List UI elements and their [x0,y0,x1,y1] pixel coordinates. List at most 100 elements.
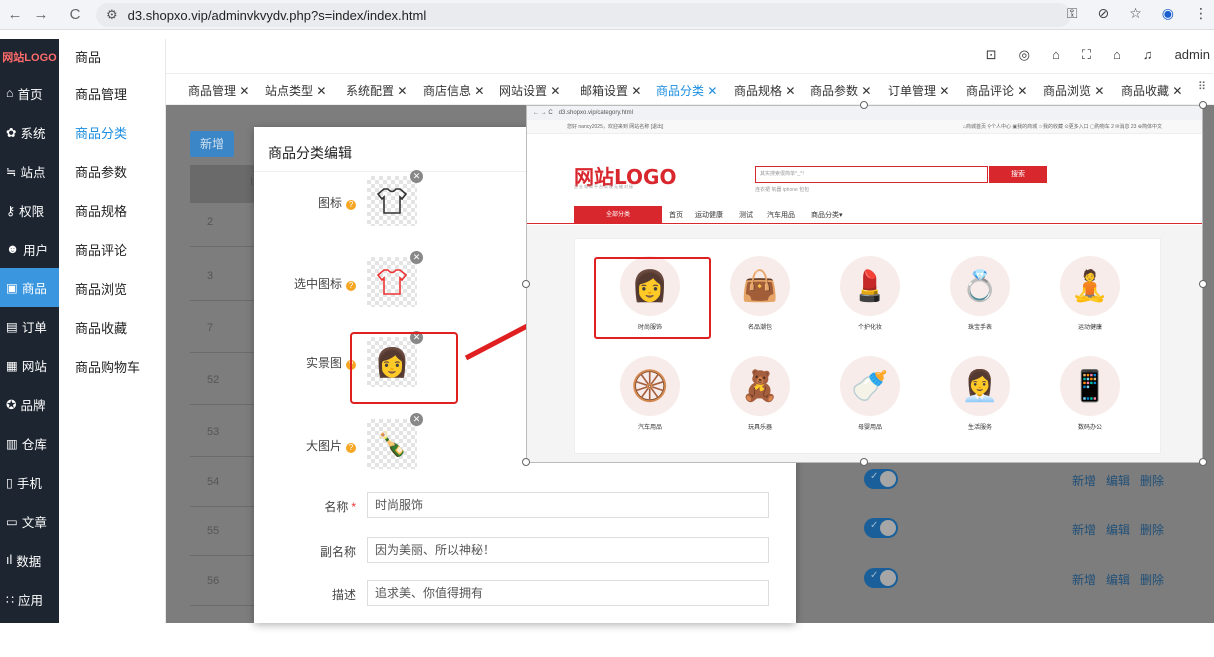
category-tile: 📱 数码办公 [1040,356,1140,431]
nav-item-6[interactable]: ▤ 订单 [0,307,59,346]
nav-item-13[interactable]: ∷ 应用 [0,580,59,619]
nav-item-3[interactable]: ⚷ 权限 [0,191,59,230]
row-action-link[interactable]: 删除 [1140,571,1164,588]
nav-item-5[interactable]: ▣ 商品 [0,268,59,308]
nav-item-2[interactable]: ≒ 站点 [0,152,59,191]
row-action-link[interactable]: 编辑 [1106,571,1130,588]
row-action-link[interactable]: 新增 [1072,571,1096,588]
desc-textarea[interactable]: 追求美、你值得拥有 [367,580,769,606]
tab[interactable]: 系统配置 ✕ [346,82,407,99]
resize-handle[interactable] [860,458,868,466]
forward-icon[interactable]: → [30,6,52,23]
nav-item-12[interactable]: ıl 数据 [0,541,59,580]
tab[interactable]: 商品分类 ✕ [656,82,717,99]
icon-image[interactable]: ✕ [367,170,423,226]
remove-icon[interactable]: ✕ [410,251,423,264]
add-button[interactable]: 新增 [190,131,234,157]
category-label: 珠宝手表 [967,325,992,331]
key-icon[interactable]: ⚿ [1067,5,1078,22]
big-image[interactable]: 🍾 ✕ [367,413,423,469]
tab[interactable]: 商店信息 ✕ [423,82,484,99]
nav-item-1[interactable]: ✿ 系统 [0,113,59,152]
font-icon[interactable]: ⊡ [986,47,997,63]
row-action-link[interactable]: 删除 [1140,472,1164,489]
subnav-item[interactable]: 商品管理 [59,74,165,113]
nav-item-11[interactable]: ▭ 文章 [0,502,59,541]
nav-item-9[interactable]: ▥ 仓库 [0,424,59,463]
resize-handle[interactable] [522,458,530,466]
address-bar[interactable]: ⚙ d3.shopxo.vip/adminvkvydv.php?s=index/… [96,3,1071,27]
resize-handle[interactable] [860,101,868,109]
status-toggle[interactable]: ✓ [864,469,898,489]
theme-icon[interactable]: ◎ [1019,47,1030,63]
nav-icon: ıl [6,553,13,568]
resize-handle[interactable] [1199,458,1207,466]
subnav-item[interactable]: 商品收藏 [59,308,165,347]
nav-icon: ✪ [6,398,17,413]
nav-icon: ▤ [6,320,18,335]
help-icon[interactable]: ? [346,443,356,453]
nav-item-14[interactable]: ✎ 工具 [0,618,59,657]
site-logo[interactable]: 网站LOGO [0,39,59,74]
hot-keywords: 连衣裙 氧器 iphone 包包 [755,187,810,193]
subnav-item[interactable]: 商品分类 [59,113,165,152]
home-icon[interactable]: ⌂ [1113,47,1121,63]
help-icon[interactable]: ? [346,200,356,210]
back-icon[interactable]: ← [4,6,26,23]
selected-icon-image[interactable]: ✕ [367,251,423,307]
store-icon[interactable]: ⌂ [1052,47,1060,63]
remove-icon[interactable]: ✕ [410,170,423,183]
tab[interactable]: 商品浏览 ✕ [1043,82,1104,99]
subnav-item[interactable]: 商品购物车 [59,347,165,386]
row-action-link[interactable]: 新增 [1072,521,1096,538]
subname-input[interactable]: 因为美丽、所以神秘！ [367,537,769,563]
nav-item-10[interactable]: ▯ 手机 [0,463,59,502]
tab[interactable]: 网站设置 ✕ [499,82,560,99]
subnav-item[interactable]: 商品浏览 [59,269,165,308]
tab[interactable]: 订单管理 ✕ [888,82,949,99]
subnav-item[interactable]: 商品规格 [59,191,165,230]
nav-label: 订单 [21,321,47,336]
row-action-link[interactable]: 编辑 [1106,521,1130,538]
reload-icon[interactable]: C [64,6,86,23]
remove-icon[interactable]: ✕ [410,413,423,426]
subnav-item[interactable]: 商品评论 [59,230,165,269]
tab[interactable]: 商品评论 ✕ [966,82,1027,99]
tab[interactable]: 商品收藏 ✕ [1121,82,1182,99]
tab[interactable]: 商品规格 ✕ [734,82,795,99]
bell-icon[interactable]: ♫ [1143,47,1153,63]
tab[interactable]: 商品管理 ✕ [188,82,249,99]
tab[interactable]: 邮箱设置 ✕ [580,82,641,99]
subnav-item[interactable]: 商品参数 [59,152,165,191]
resize-handle[interactable] [1199,101,1207,109]
menu-icon[interactable]: ⋮ [1194,5,1208,22]
name-input[interactable]: 时尚服饰 [367,492,769,518]
desc-label: 描述 [331,588,356,602]
fullscreen-icon[interactable]: ⛶ [1082,47,1091,63]
nav-item-7[interactable]: ▦ 网站 [0,346,59,385]
eye-off-icon[interactable]: ⊘ [1097,5,1109,22]
storefront-nav-item: 首页 [669,212,683,219]
tab[interactable]: 商品参数 ✕ [810,82,871,99]
nav-item-4[interactable]: ☻ 用户 [0,230,59,269]
profile-icon[interactable]: ◉ [1162,5,1174,22]
category-label: 生活服务 [967,425,992,431]
resize-handle[interactable] [1199,280,1207,288]
row-action-link[interactable]: 删除 [1140,521,1164,538]
category-tile: 👩‍💼 生活服务 [930,356,1030,431]
row-action-link[interactable]: 编辑 [1106,472,1130,489]
tab[interactable]: 站点类型 ✕ [265,82,326,99]
star-icon[interactable]: ☆ [1129,5,1142,22]
row-action-link[interactable]: 新增 [1072,472,1096,489]
nav-item-0[interactable]: ⌂ 首页 [0,74,59,113]
category-tile: 🧘 运动健康 [1040,256,1140,331]
admin-user[interactable]: admin [1175,47,1210,63]
site-settings-icon[interactable]: ⚙ [106,7,118,23]
tab-grid-icon[interactable]: ⠿ [1198,80,1206,93]
resize-handle[interactable] [522,280,530,288]
nav-item-8[interactable]: ✪ 品牌 [0,385,59,424]
status-toggle[interactable]: ✓ [864,568,898,588]
category-image-icon: 💄 [840,256,900,316]
status-toggle[interactable]: ✓ [864,518,898,538]
help-icon[interactable]: ? [346,281,356,291]
